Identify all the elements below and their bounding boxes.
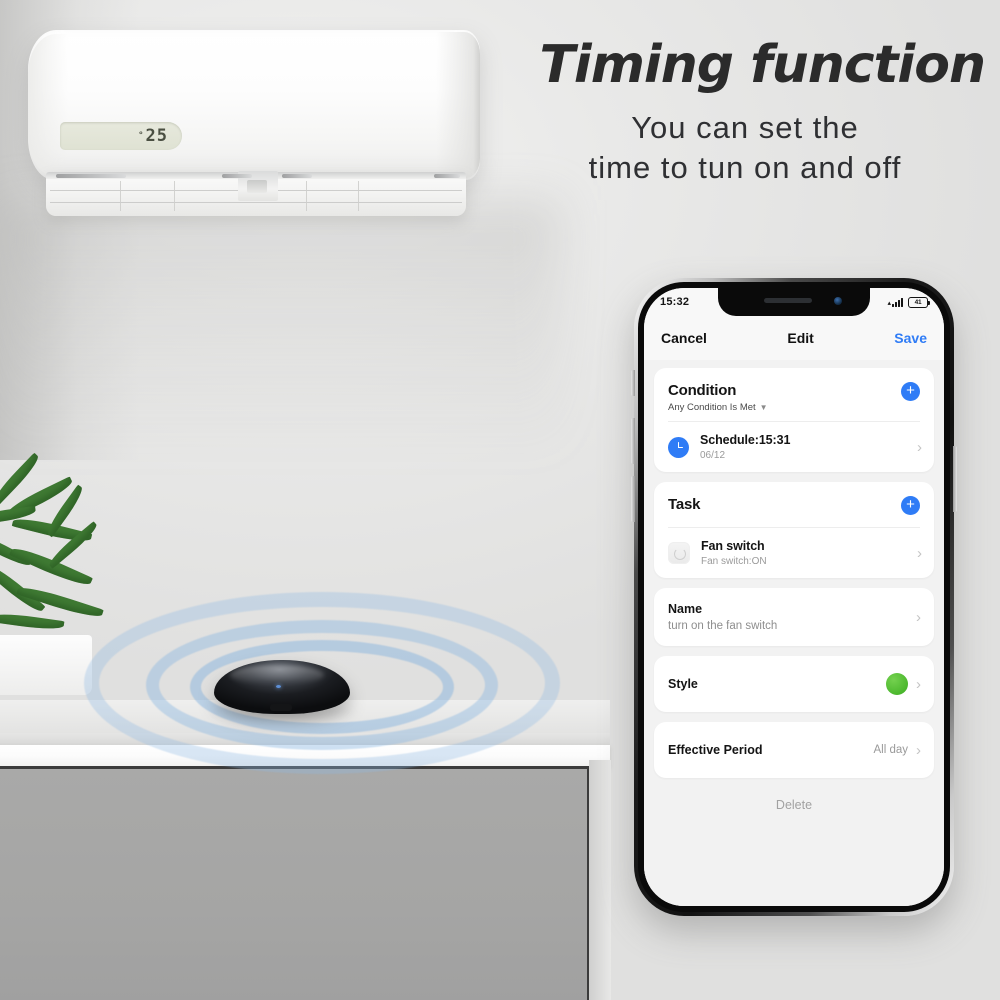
ir-blaster-led-icon xyxy=(276,685,281,688)
name-row[interactable]: Name turn on the fan switch › xyxy=(654,588,934,646)
navigation-bar: Cancel Edit Save xyxy=(644,316,944,360)
status-bar-time: 15:32 xyxy=(660,296,690,308)
task-title: Task xyxy=(668,496,701,513)
battery-level-label: 41 xyxy=(914,298,922,306)
cellular-signal-icon: ▴ xyxy=(887,297,903,307)
promo-subheadline: You can set the time to tun on and off xyxy=(505,108,985,187)
plant-pot xyxy=(0,635,92,695)
shelf-surface xyxy=(0,745,610,767)
phone-screen: 15:32 ▴ 41 Cancel Edit Save Condition An… xyxy=(644,288,944,906)
task-item-subtitle: Fan switch:ON xyxy=(701,556,767,567)
air-conditioner-left-shade xyxy=(28,34,68,176)
air-conditioner-louver xyxy=(46,171,466,216)
promo-subheadline-line2: time to tun on and off xyxy=(588,149,902,185)
automation-edit-content: Condition Any Condition Is Met ▼ + Sched… xyxy=(644,360,944,906)
air-conditioner-body: ° 25 xyxy=(28,30,480,180)
phone-notch xyxy=(718,288,870,316)
condition-item-subtitle: 06/12 xyxy=(700,450,726,461)
ir-blaster-highlight xyxy=(230,665,324,685)
effective-period-card[interactable]: Effective Period All day › xyxy=(654,722,934,778)
chevron-right-icon: › xyxy=(917,438,922,456)
earpiece-speaker-icon xyxy=(764,298,812,303)
status-bar-indicators: ▴ 41 xyxy=(887,296,930,308)
potted-plant xyxy=(0,452,157,695)
phone-power-button[interactable] xyxy=(953,446,957,512)
task-list-item[interactable]: Fan switch Fan switch:ON › xyxy=(654,528,934,578)
chevron-right-icon: › xyxy=(916,608,921,626)
page-title: Edit xyxy=(787,330,814,346)
condition-card: Condition Any Condition Is Met ▼ + Sched… xyxy=(654,368,934,472)
condition-match-selector[interactable]: Any Condition Is Met ▼ xyxy=(668,402,768,413)
condition-item-title: Schedule:15:31 xyxy=(700,433,791,447)
chevron-down-icon: ▼ xyxy=(759,403,768,412)
phone-silent-switch[interactable] xyxy=(631,370,635,396)
condition-list-item[interactable]: Schedule:15:31 06/12 › xyxy=(654,422,934,472)
style-label: Style xyxy=(668,677,698,691)
add-task-button[interactable]: + xyxy=(901,496,920,515)
effective-period-row[interactable]: Effective Period All day › xyxy=(654,722,934,778)
condition-card-header: Condition Any Condition Is Met ▼ + xyxy=(654,368,934,421)
style-color-swatch[interactable] xyxy=(886,673,908,695)
chevron-right-icon: › xyxy=(917,544,922,562)
effective-period-value: All day xyxy=(873,744,908,756)
style-card[interactable]: Style › xyxy=(654,656,934,712)
ir-blaster-usb-port xyxy=(270,704,292,711)
front-camera-icon xyxy=(834,297,842,305)
phone-volume-down-button[interactable] xyxy=(631,476,635,522)
task-card: Task + Fan switch Fan switch:ON › xyxy=(654,482,934,578)
degree-symbol: ° xyxy=(138,131,145,141)
promo-headline: Timing function xyxy=(539,35,986,95)
chevron-right-icon: › xyxy=(916,675,921,693)
name-label: Name xyxy=(668,602,703,616)
name-value: turn on the fan switch xyxy=(668,620,778,632)
wall-shadow-soft xyxy=(0,200,560,500)
phone-volume-up-button[interactable] xyxy=(631,418,635,464)
cabinet-front xyxy=(0,766,590,1000)
style-row[interactable]: Style › xyxy=(654,656,934,712)
cancel-button[interactable]: Cancel xyxy=(661,330,707,346)
promo-subheadline-line1: You can set the xyxy=(631,110,859,145)
chevron-right-icon: › xyxy=(916,741,921,759)
delete-button[interactable]: Delete xyxy=(654,784,934,822)
task-card-header: Task + xyxy=(654,482,934,527)
smartphone: 15:32 ▴ 41 Cancel Edit Save Condition An… xyxy=(631,278,957,916)
add-condition-button[interactable]: + xyxy=(901,382,920,401)
condition-match-label: Any Condition Is Met xyxy=(668,402,756,413)
fan-switch-icon xyxy=(668,542,690,564)
cabinet-side-panel xyxy=(589,760,611,1000)
air-conditioner-display: ° 25 xyxy=(60,122,182,150)
name-card[interactable]: Name turn on the fan switch › xyxy=(654,588,934,646)
save-button[interactable]: Save xyxy=(894,330,927,346)
task-item-title: Fan switch xyxy=(701,539,765,553)
effective-period-label: Effective Period xyxy=(668,743,763,757)
battery-icon: 41 xyxy=(908,296,930,308)
condition-title: Condition xyxy=(668,382,737,399)
clock-icon xyxy=(668,436,689,458)
display-temperature: 25 xyxy=(145,126,168,146)
air-conditioner: ° 25 xyxy=(28,30,488,216)
